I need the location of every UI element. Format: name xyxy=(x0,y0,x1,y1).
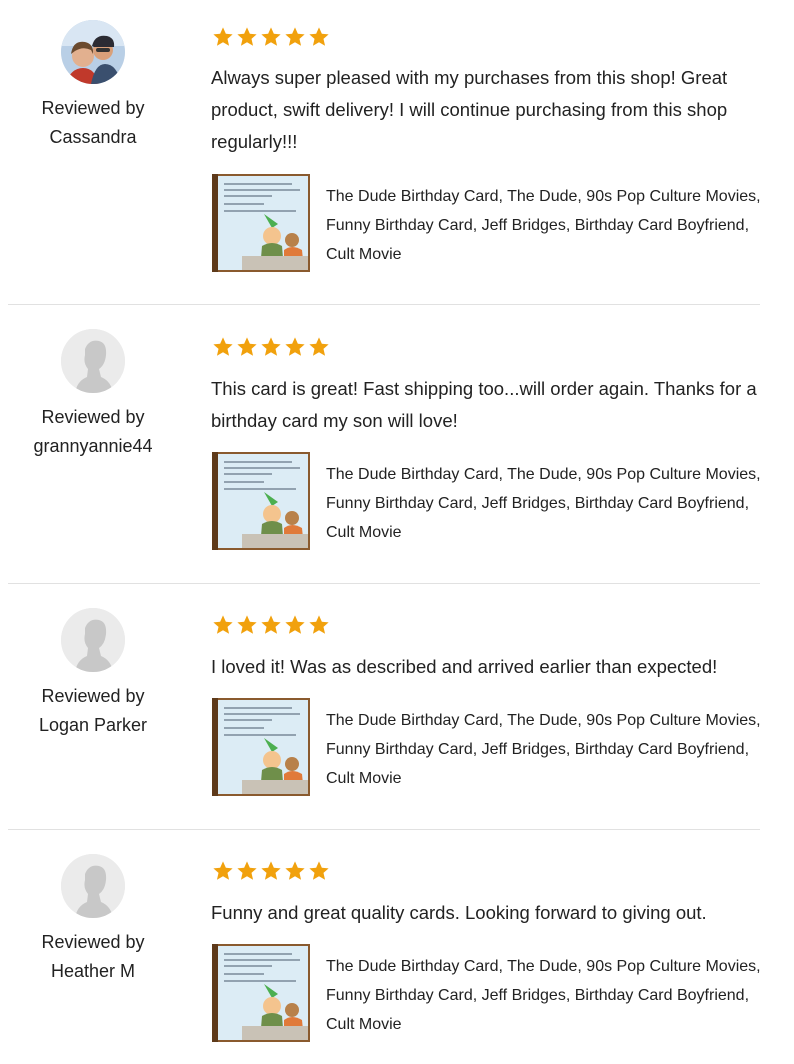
star-icon xyxy=(309,615,329,634)
star-icon xyxy=(285,337,305,356)
listing-title[interactable]: The Dude Birthday Card, The Dude, 90s Po… xyxy=(326,952,766,1039)
avatar[interactable] xyxy=(61,20,125,84)
listing-title[interactable]: The Dude Birthday Card, The Dude, 90s Po… xyxy=(326,460,766,547)
star-icon xyxy=(309,27,329,46)
reviewer-info: Reviewed by Cassandra xyxy=(18,20,168,152)
star-rating xyxy=(212,336,330,362)
listing-title[interactable]: The Dude Birthday Card, The Dude, 90s Po… xyxy=(326,182,766,269)
star-icon xyxy=(213,27,233,46)
review-item: Reviewed by grannyannie44 This card is g… xyxy=(0,305,794,583)
avatar[interactable] xyxy=(61,329,125,393)
reviewer-name[interactable]: grannyannie44 xyxy=(18,432,168,461)
review-text: This card is great! Fast shipping too...… xyxy=(211,378,757,431)
star-icon xyxy=(285,27,305,46)
listing-thumbnail[interactable] xyxy=(212,944,310,1042)
review-item: Reviewed by Logan Parker I loved it! Was… xyxy=(0,584,794,829)
star-rating xyxy=(212,26,330,52)
star-icon xyxy=(213,615,233,634)
listing-link[interactable]: The Dude Birthday Card, The Dude, 90s Po… xyxy=(212,944,772,1044)
review-item: Reviewed by Heather M Funny and great qu… xyxy=(0,830,794,1064)
reviewed-by-label: Reviewed by xyxy=(41,686,145,706)
default-user-icon xyxy=(61,329,125,393)
star-icon xyxy=(213,861,233,880)
listing-link[interactable]: The Dude Birthday Card, The Dude, 90s Po… xyxy=(212,698,772,798)
reviewer-name[interactable]: Heather M xyxy=(18,957,168,986)
review-text: I loved it! Was as described and arrived… xyxy=(211,656,718,677)
star-icon xyxy=(237,27,257,46)
default-user-icon xyxy=(61,608,125,672)
listing-link[interactable]: The Dude Birthday Card, The Dude, 90s Po… xyxy=(212,452,772,552)
reviewed-by-label: Reviewed by xyxy=(41,407,145,427)
listing-thumbnail[interactable] xyxy=(212,698,310,796)
star-icon xyxy=(261,861,281,880)
star-icon xyxy=(237,615,257,634)
star-icon xyxy=(261,27,281,46)
reviewed-by-label: Reviewed by xyxy=(41,98,145,118)
reviewer-name[interactable]: Logan Parker xyxy=(18,711,168,740)
review-item: Reviewed by Cassandra Always super pleas… xyxy=(0,0,794,305)
reviewed-by-label: Reviewed by xyxy=(41,932,145,952)
star-icon xyxy=(309,337,329,356)
reviewer-info: Reviewed by Heather M xyxy=(18,854,168,986)
review-text: Funny and great quality cards. Looking f… xyxy=(211,902,707,923)
review-text: Always super pleased with my purchases f… xyxy=(211,67,728,152)
star-icon xyxy=(237,861,257,880)
star-icon xyxy=(309,861,329,880)
star-rating xyxy=(212,614,330,640)
reviewer-info: Reviewed by Logan Parker xyxy=(18,608,168,740)
star-icon xyxy=(213,337,233,356)
listing-thumbnail[interactable] xyxy=(212,174,310,272)
star-icon xyxy=(285,861,305,880)
star-icon xyxy=(285,615,305,634)
star-icon xyxy=(237,337,257,356)
star-icon xyxy=(261,337,281,356)
avatar[interactable] xyxy=(61,854,125,918)
star-icon xyxy=(261,615,281,634)
star-rating xyxy=(212,860,330,886)
listing-thumbnail[interactable] xyxy=(212,452,310,550)
avatar[interactable] xyxy=(61,608,125,672)
listing-title[interactable]: The Dude Birthday Card, The Dude, 90s Po… xyxy=(326,706,766,793)
reviewer-name[interactable]: Cassandra xyxy=(18,123,168,152)
reviewer-info: Reviewed by grannyannie44 xyxy=(18,329,168,461)
listing-link[interactable]: The Dude Birthday Card, The Dude, 90s Po… xyxy=(212,174,772,274)
default-user-icon xyxy=(61,854,125,918)
